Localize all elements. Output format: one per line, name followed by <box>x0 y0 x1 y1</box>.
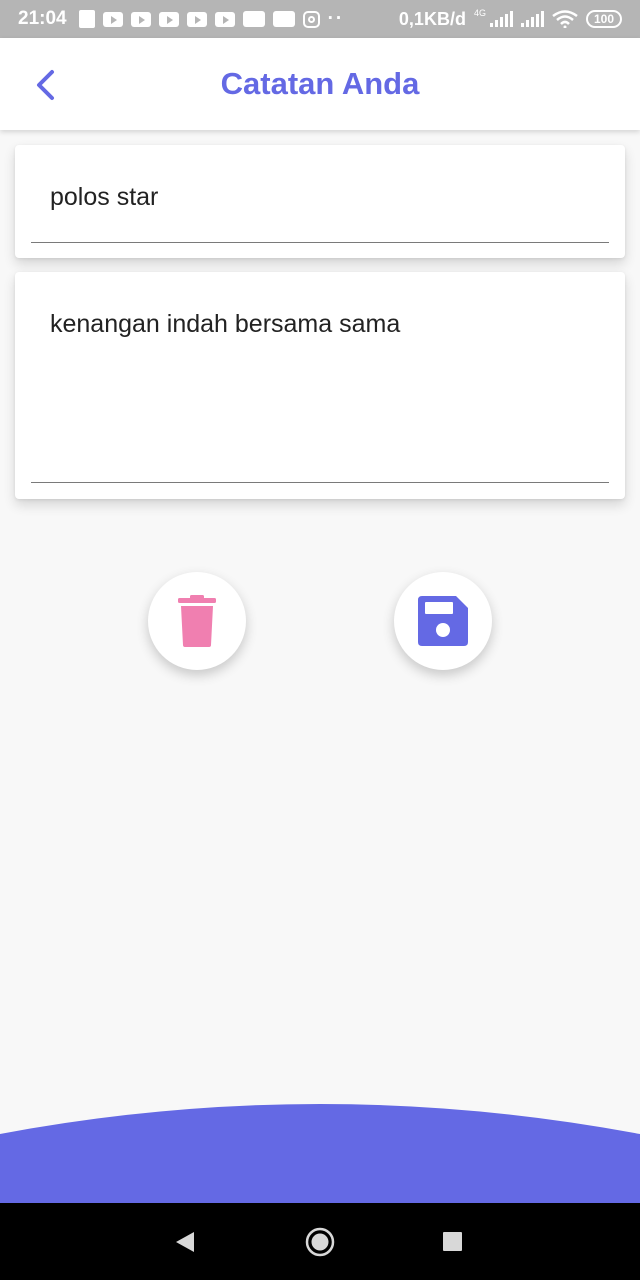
network-type: 4G <box>473 7 486 18</box>
status-right: 0,1KB/d 4G 100 <box>398 7 622 30</box>
bottom-wave-decoration <box>0 1104 640 1204</box>
delete-button[interactable] <box>148 572 246 670</box>
circle-home-icon <box>305 1227 335 1257</box>
floppy-disk-icon <box>418 596 468 646</box>
youtube-icon <box>102 11 123 27</box>
app-bar: Catatan Anda <box>0 38 640 130</box>
network-speed: 0,1KB/d <box>398 8 466 29</box>
back-button[interactable] <box>28 64 68 104</box>
status-time: 21:04 <box>18 8 67 29</box>
page-title: Catatan Anda <box>220 66 420 101</box>
webtoon-icon <box>242 11 265 27</box>
nav-back-button[interactable] <box>170 1227 200 1257</box>
note-title-card: polos star <box>15 145 625 258</box>
shopping-bag-icon <box>78 10 95 28</box>
youtube-icon <box>186 11 207 27</box>
triangle-back-icon <box>176 1232 194 1252</box>
instagram-icon <box>302 10 320 28</box>
signal-icon <box>489 11 513 27</box>
app-notification-icon <box>272 11 295 27</box>
note-title-input[interactable]: polos star <box>31 145 609 243</box>
trash-icon <box>178 595 216 647</box>
chevron-left-icon <box>37 70 54 100</box>
note-body-value: kenangan indah bersama sama <box>50 310 401 338</box>
note-title-value: polos star <box>50 183 159 211</box>
note-body-card: kenangan indah bersama sama <box>15 272 625 499</box>
youtube-icon <box>214 11 235 27</box>
status-left: 21:04 ·· <box>18 8 344 30</box>
square-recent-icon <box>443 1232 462 1251</box>
note-body-input[interactable]: kenangan indah bersama sama <box>31 272 609 483</box>
nav-recent-button[interactable] <box>438 1227 468 1257</box>
nav-home-button[interactable] <box>305 1227 335 1257</box>
wifi-icon <box>552 10 578 28</box>
status-bar: 21:04 ·· 0,1KB/d 4G 100 <box>0 0 640 38</box>
more-notifications-icon: ·· <box>327 8 345 29</box>
battery-icon: 100 <box>585 10 622 28</box>
youtube-icon <box>158 11 179 27</box>
system-nav-bar <box>0 1203 640 1280</box>
signal-icon <box>520 11 544 27</box>
youtube-icon <box>130 11 151 27</box>
save-button[interactable] <box>394 572 492 670</box>
